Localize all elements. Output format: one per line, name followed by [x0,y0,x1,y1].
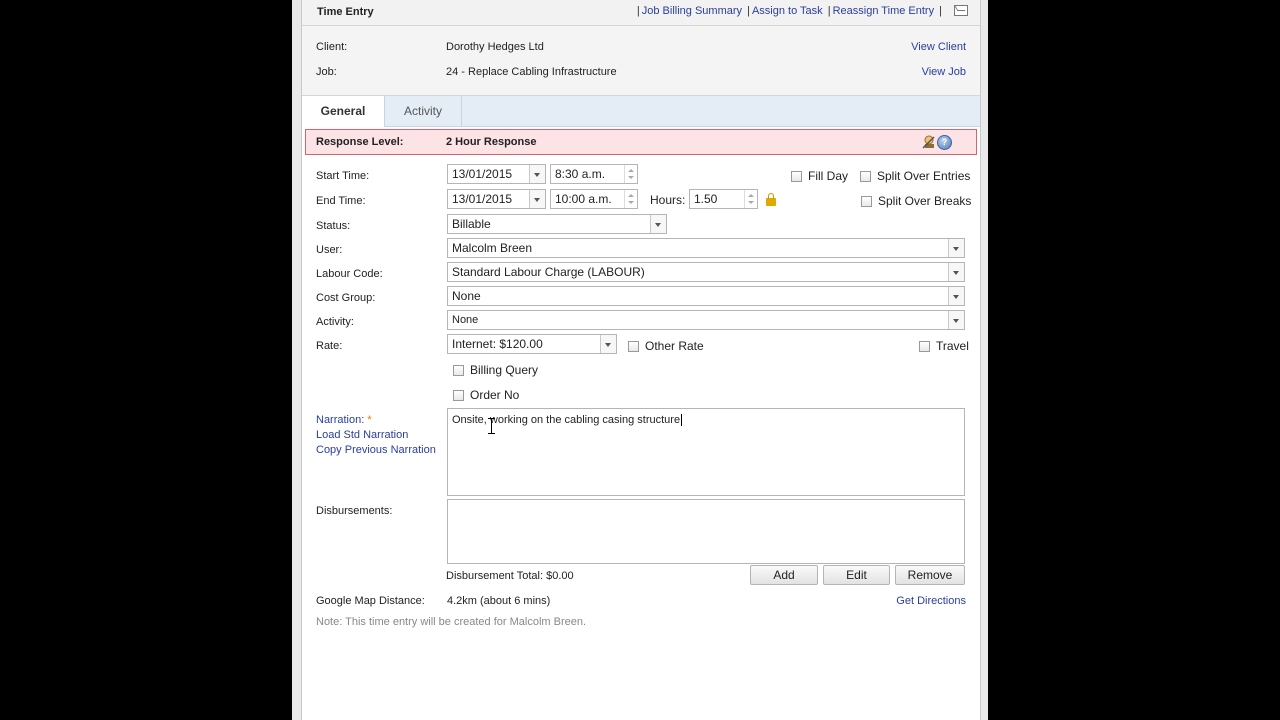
split-over-breaks-checkbox[interactable] [861,196,872,207]
billing-query-label: Billing Query [470,363,539,377]
other-rate-label: Other Rate [645,339,704,353]
chevron-down-icon[interactable] [948,287,964,305]
page-title: Time Entry [317,6,374,18]
end-time-label: End Time: [316,195,366,207]
window-frame: Time Entry | Job Billing Summary | Assign … [292,0,988,720]
job-info: Client: Dorothy Hedges Ltd View Client J… [302,26,980,96]
end-time-input[interactable]: 10:00 a.m. [550,189,638,209]
travel-label: Travel [936,339,969,353]
start-time-label: Start Time: [316,170,370,182]
job-value: 24 - Replace Cabling Infrastructure [446,66,617,78]
spinner-icon[interactable] [744,190,757,208]
split-over-entries-label: Split Over Entries [877,169,971,183]
add-button[interactable]: Add [750,565,818,585]
text-cursor [488,418,495,434]
calendar-dropdown-icon[interactable] [529,190,545,208]
response-level-bar: Response Level: 2 Hour Response ? [305,129,977,155]
remove-button[interactable]: Remove [895,565,965,585]
load-std-narration-link[interactable]: Load Std Narration [316,429,408,441]
cost-group-label: Cost Group: [316,292,376,304]
chevron-down-icon[interactable] [948,263,964,281]
hours-input[interactable]: 1.50 [689,189,758,209]
required-star: * [367,414,372,426]
activity-label: Activity: [316,316,354,328]
view-client-link[interactable]: View Client [911,41,966,53]
client-label: Client: [316,41,348,53]
tab-activity[interactable]: Activity [385,96,462,126]
tab-general[interactable]: General [302,96,385,127]
client-value: Dorothy Hedges Ltd [446,41,544,53]
labour-code-label: Labour Code: [316,268,383,280]
edit-response-icon[interactable] [922,135,936,149]
response-level-label: Response Level: [316,136,404,148]
billing-query-checkbox[interactable] [453,365,464,376]
other-rate-checkbox[interactable] [628,341,639,352]
email-icon[interactable] [954,4,968,16]
view-job-link[interactable]: View Job [922,66,966,78]
chevron-down-icon[interactable] [948,239,964,257]
calendar-dropdown-icon[interactable] [529,165,545,183]
help-icon[interactable]: ? [937,135,952,150]
narration-textarea[interactable]: Onsite, working on the cabling casing st… [447,408,965,496]
labour-code-select[interactable]: Standard Labour Charge (LABOUR) [447,262,965,282]
order-no-label: Order No [470,388,520,402]
job-label: Job: [316,66,337,78]
spinner-icon[interactable] [624,190,637,208]
edit-button[interactable]: Edit [823,565,890,585]
start-date-input[interactable]: 13/01/2015 [447,164,546,184]
lock-icon[interactable] [766,193,776,206]
response-level-value: 2 Hour Response [446,136,537,148]
order-no-checkbox[interactable] [453,390,464,401]
job-billing-summary-link[interactable]: Job Billing Summary [642,5,742,17]
note-text: Note: This time entry will be created fo… [316,616,587,628]
chevron-down-icon[interactable] [650,215,666,233]
disbursement-total-label: Disbursement Total: $0.00 [446,570,574,582]
map-distance-label: Google Map Distance: [316,595,425,607]
travel-checkbox[interactable] [919,341,930,352]
split-over-entries-checkbox[interactable] [860,171,871,182]
hours-label: Hours: [650,193,686,207]
fill-day-checkbox[interactable] [791,171,802,182]
copy-previous-narration-link[interactable]: Copy Previous Narration [316,444,436,456]
get-directions-link[interactable]: Get Directions [896,595,966,607]
chevron-down-icon[interactable] [948,311,964,329]
start-time-input[interactable]: 8:30 a.m. [550,164,638,184]
fill-day-label: Fill Day [808,169,849,183]
tab-bar: General Activity [302,96,980,127]
title-bar: Time Entry | Job Billing Summary | Assign … [302,0,980,26]
split-over-breaks-label: Split Over Breaks [878,194,972,208]
rate-select[interactable]: Internet: $120.00 [447,334,617,354]
disbursement-total-value: $0.00 [546,570,574,582]
activity-select[interactable]: None [447,310,965,330]
narration-label: Narration: * [316,414,372,426]
disbursements-label: Disbursements: [316,505,393,517]
top-links: | Job Billing Summary | Assign to Task | Re… [635,4,968,17]
time-entry-panel: Time Entry | Job Billing Summary | Assign … [301,0,981,720]
user-select[interactable]: Malcolm Breen [447,238,965,258]
status-label: Status: [316,220,351,232]
rate-label: Rate: [316,340,343,352]
disbursements-list[interactable] [447,499,965,564]
chevron-down-icon[interactable] [600,335,616,353]
spinner-icon[interactable] [624,165,637,183]
status-select[interactable]: Billable [447,214,667,234]
reassign-time-entry-link[interactable]: Reassign Time Entry [833,5,934,17]
cost-group-select[interactable]: None [447,286,965,306]
assign-to-task-link[interactable]: Assign to Task [752,5,823,17]
end-date-input[interactable]: 13/01/2015 [447,189,546,209]
user-label: User: [316,244,343,256]
map-distance-value: 4.2km (about 6 mins) [447,595,551,607]
